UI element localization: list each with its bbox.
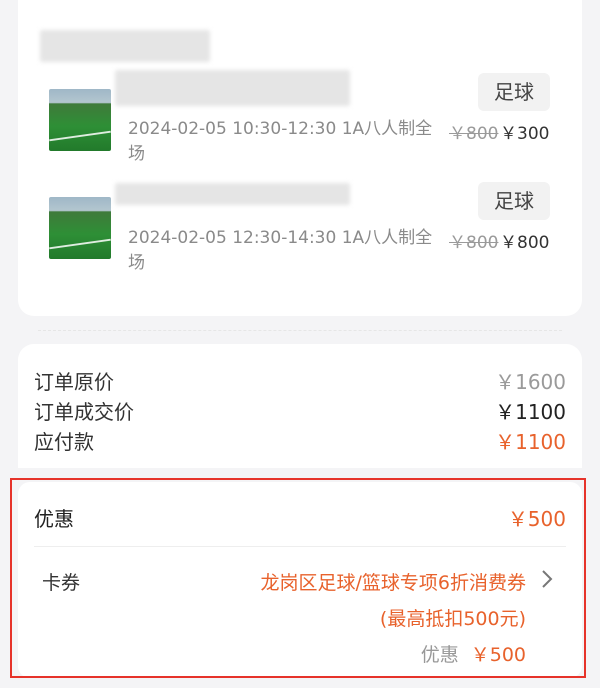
item-name-blurred	[115, 70, 350, 106]
coupon-label: 卡券	[42, 572, 81, 594]
discount-divider	[34, 546, 566, 547]
item-name-blurred	[115, 183, 350, 205]
sport-tag: 足球	[478, 73, 550, 111]
payable-label: 应付款	[34, 430, 94, 454]
coupon-name: 龙岗区足球/篮球专项6折消费券	[260, 572, 527, 594]
chevron-right-icon[interactable]	[540, 568, 554, 590]
original-price: ￥800	[449, 233, 499, 253]
coupon-discount: 优惠 ￥500	[421, 640, 526, 667]
payable-value: ￥1100	[495, 430, 566, 454]
ticket-notch-right	[570, 319, 592, 341]
discount-value: ￥500	[507, 507, 566, 531]
deal-price-label: 订单成交价	[34, 400, 134, 424]
booking-slot: 2024-02-05 10:30-12:30 1A八人制全场	[128, 119, 433, 164]
field-thumbnail	[49, 89, 111, 151]
field-thumbnail	[49, 197, 111, 259]
ticket-notch-left	[8, 319, 30, 341]
original-price-label: 订单原价	[34, 370, 114, 394]
booking-slot: 2024-02-05 12:30-14:30 1A八人制全场	[128, 228, 433, 273]
coupon-row[interactable]: 卡券 龙岗区足球/篮球专项6折消费券 (最高抵扣500元) 优惠 ￥500	[18, 552, 582, 678]
item-price: ￥300	[500, 124, 550, 144]
original-price: ￥800	[449, 124, 499, 144]
coupon-note: (最高抵扣500元)	[379, 608, 526, 630]
coupon-discount-value: ￥500	[470, 644, 526, 666]
deal-price-value: ￥1100	[495, 400, 566, 424]
original-price-value: ￥1600	[495, 370, 566, 394]
discount-label: 优惠	[34, 507, 74, 531]
venue-name-blurred	[40, 30, 210, 62]
coupon-discount-label: 优惠	[420, 644, 459, 666]
item-price: ￥800	[500, 233, 550, 253]
sport-tag: 足球	[478, 182, 550, 220]
ticket-divider	[38, 330, 562, 331]
